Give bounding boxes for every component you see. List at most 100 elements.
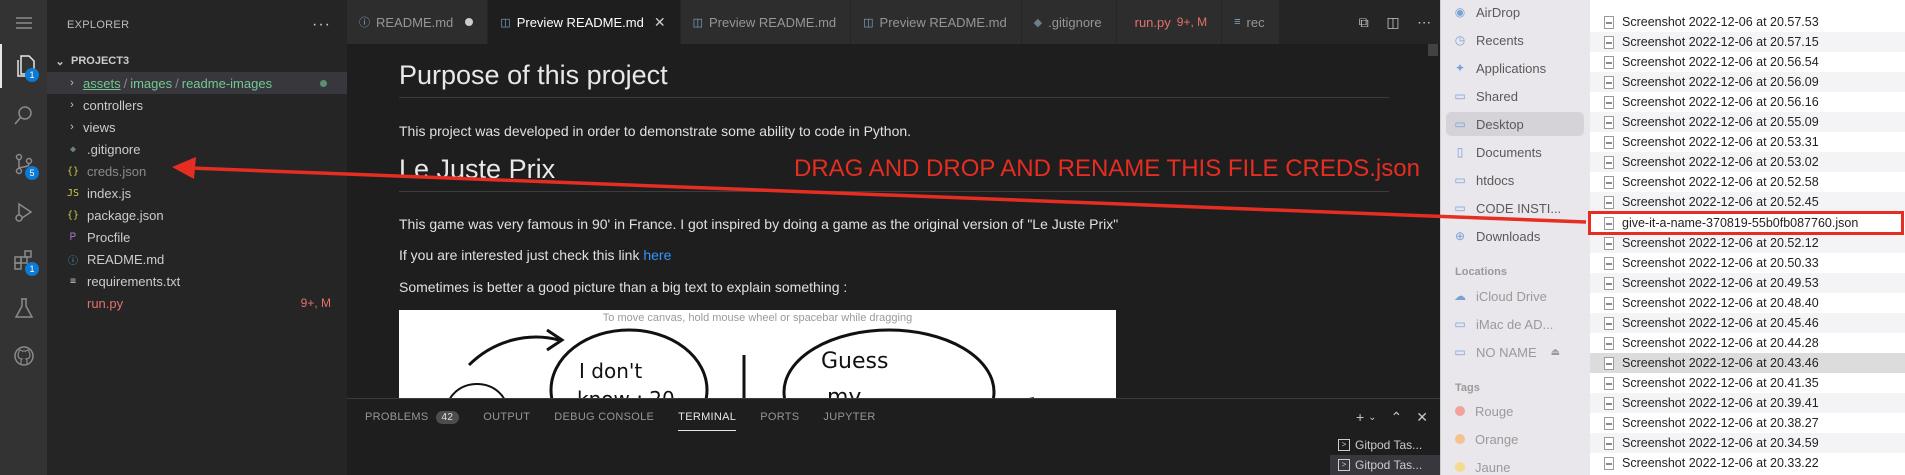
close-panel-icon[interactable]: ✕ [1416,409,1428,426]
project-header[interactable]: ⌄ PROJECT3 [47,50,347,72]
tab-preview-readme[interactable]: ◫ Preview README.md [680,0,852,44]
tab-preview-readme-active[interactable]: ◫ Preview README.md ✕ [488,0,681,44]
finder-item-code-insti[interactable]: ▭ CODE INSTI... [1453,196,1561,220]
drawing-text: know : 20 [577,387,675,398]
finder-tag-jaune[interactable]: Jaune [1453,455,1510,475]
finder-item-desktop[interactable]: ▭ Desktop [1446,112,1584,136]
finder-file-row[interactable]: Screenshot 2022-12-06 at 20.55.09 [1590,112,1905,132]
more-actions-icon[interactable]: ··· [312,16,331,34]
tab-readme[interactable]: ⓘ README.md [347,0,489,44]
finder-file-row[interactable]: Screenshot 2022-12-06 at 20.45.46 [1590,313,1905,333]
tab-ports[interactable]: PORTS [760,399,799,435]
explorer-icon[interactable]: 1 [0,44,47,88]
tab-output[interactable]: OUTPUT [483,399,530,435]
finder-file-row[interactable]: Screenshot 2022-12-06 at 20.38.27 [1590,413,1905,433]
tree-item-readme[interactable]: ⓘ README.md [47,248,347,270]
github-icon[interactable] [0,334,47,378]
finder-item-applications[interactable]: ✦ Applications [1453,56,1546,80]
tree-item-creds-json[interactable]: {} creds.json [47,160,347,182]
json-icon: {} [66,209,80,221]
finder-item-icloud[interactable]: ☁ iCloud Drive [1453,284,1547,308]
eject-icon[interactable]: ⏏ [1551,347,1560,358]
path-assets[interactable]: assets [83,76,121,91]
editor-actions: ⧉ ◫ ⋯ [1350,0,1440,44]
tab-gitignore[interactable]: ◆ .gitignore [1021,0,1117,44]
finder-item-htdocs[interactable]: ▭ htdocs [1453,168,1514,192]
finder-file-row[interactable]: Screenshot 2022-12-06 at 20.56.09 [1590,72,1905,92]
finder-file-row[interactable]: Screenshot 2022-12-06 at 20.44.28 [1590,333,1905,353]
scrollbar-thumb[interactable] [1428,44,1438,56]
finder-item-downloads[interactable]: ⊕ Downloads [1453,224,1540,248]
tab-preview-readme[interactable]: ◫ Preview README.md [851,0,1022,44]
open-changes-icon[interactable]: ⧉ [1359,14,1369,31]
testing-icon[interactable] [0,286,47,330]
tree-item-controllers[interactable]: › controllers [47,94,347,116]
finder-tag-orange[interactable]: Orange [1453,427,1518,451]
finder-item-no-name[interactable]: ▭ NO NAME ⏏ [1453,340,1560,364]
finder-file-row[interactable]: Screenshot 2022-12-06 at 20.53.02 [1590,152,1905,172]
tab-jupyter[interactable]: JUPYTER [823,399,875,435]
search-icon[interactable] [0,93,47,137]
tree-item-views[interactable]: › views [47,116,347,138]
finder-item-documents[interactable]: ▯ Documents [1453,140,1542,164]
finder-tag-rouge[interactable]: Rouge [1453,399,1513,423]
file-icon [1604,236,1614,250]
tree-item-procfile[interactable]: Ꮲ Procfile [47,226,347,248]
new-terminal-icon[interactable]: + [1356,409,1364,425]
finder-file-row[interactable]: Screenshot 2022-12-06 at 20.49.53 [1590,273,1905,293]
tab-debug-console[interactable]: DEBUG CONSOLE [554,399,654,435]
terminal-item[interactable]: > Gitpod Tas... [1330,455,1440,475]
tab-terminal[interactable]: TERMINAL [678,399,737,435]
finder-file-row[interactable]: Screenshot 2022-12-06 at 20.33.22 [1590,453,1905,473]
finder-file-row[interactable]: Screenshot 2022-12-06 at 20.52.45 [1590,192,1905,212]
finder-file-row[interactable]: Screenshot 2022-12-06 at 20.56.16 [1590,92,1905,112]
finder-item-shared[interactable]: ▭ Shared [1453,84,1518,108]
tree-item-run-py[interactable]: run.py 9+, M [47,292,347,314]
finder-file-row[interactable]: Screenshot 2022-12-06 at 20.43.46 [1590,353,1905,373]
extensions-icon[interactable]: 1 [0,238,47,282]
finder-item-imac[interactable]: ▭ iMac de AD... [1453,312,1553,336]
terminal-item[interactable]: > Gitpod Tas... [1330,435,1440,455]
finder-item-label: Jaune [1475,459,1511,475]
run-debug-icon[interactable] [0,190,47,234]
procfile-icon: Ꮲ [69,231,77,243]
path-images[interactable]: images [130,76,172,91]
maximize-panel-icon[interactable]: ⌃ [1391,409,1403,426]
finder-item-recents[interactable]: ◷ Recents [1453,28,1524,52]
tab-run-py[interactable]: run.py 9+, M [1116,0,1223,44]
preview-scrollbar[interactable] [1426,44,1440,398]
finder-file-row[interactable]: Screenshot 2022-12-06 at 20.57.53 [1590,12,1905,32]
finder-file-row[interactable]: Screenshot 2022-12-06 at 20.57.15 [1590,32,1905,52]
close-icon[interactable]: ✕ [654,14,666,31]
finder-file-row[interactable]: Screenshot 2022-12-06 at 20.50.33 [1590,253,1905,273]
finder-item-label: NO NAME [1476,344,1537,360]
finder-file-row[interactable]: Screenshot 2022-12-06 at 20.56.54 [1590,52,1905,72]
finder-file-row[interactable]: Screenshot 2022-12-06 at 20.52.58 [1590,172,1905,192]
finder-file-row[interactable]: Screenshot 2022-12-06 at 20.39.41 [1590,393,1905,413]
here-link[interactable]: here [643,247,671,263]
tree-item-index-js[interactable]: JS index.js [47,182,347,204]
tree-item-requirements[interactable]: ≡ requirements.txt [47,270,347,292]
tree-item-gitignore[interactable]: ◆ .gitignore [47,138,347,160]
source-control-icon[interactable]: 5 [0,142,47,186]
finder-file-row[interactable]: Screenshot 2022-12-06 at 20.52.12 [1590,233,1905,253]
split-editor-icon[interactable]: ◫ [1386,14,1399,31]
finder-file-row[interactable]: Screenshot 2022-12-06 at 20.34.59 [1590,433,1905,453]
tab-problems[interactable]: PROBLEMS 42 [365,399,460,435]
finder-file-row[interactable]: Screenshot 2022-12-06 at 20.53.31 [1590,132,1905,152]
finder-file-row[interactable]: Screenshot 2022-12-06 at 20.41.35 [1590,373,1905,393]
unsaved-dot[interactable] [465,18,474,26]
path-readme-images[interactable]: readme-images [182,76,272,91]
locations-heading: Locations [1455,266,1507,278]
finder-item-airdrop[interactable]: ◉ AirDrop [1453,0,1520,24]
tree-item-package-json[interactable]: {} package.json [47,204,347,226]
folder-path-row[interactable]: › assets / images / readme-images [47,72,347,94]
more-actions-icon[interactable]: ⋯ [1417,14,1431,31]
file-name: Screenshot 2022-12-06 at 20.53.02 [1622,155,1819,169]
chevron-down-icon[interactable]: ⌄ [1368,412,1376,423]
tab-truncated[interactable]: ≡ rec [1222,0,1280,44]
excalidraw-canvas[interactable]: To move canvas, hold mouse wheel or spac… [399,310,1116,398]
finder-file-row[interactable]: Screenshot 2022-12-06 at 20.48.40 [1590,293,1905,313]
menu-icon[interactable] [0,4,47,42]
paragraph-picture: Sometimes is better a good picture than … [399,279,848,295]
